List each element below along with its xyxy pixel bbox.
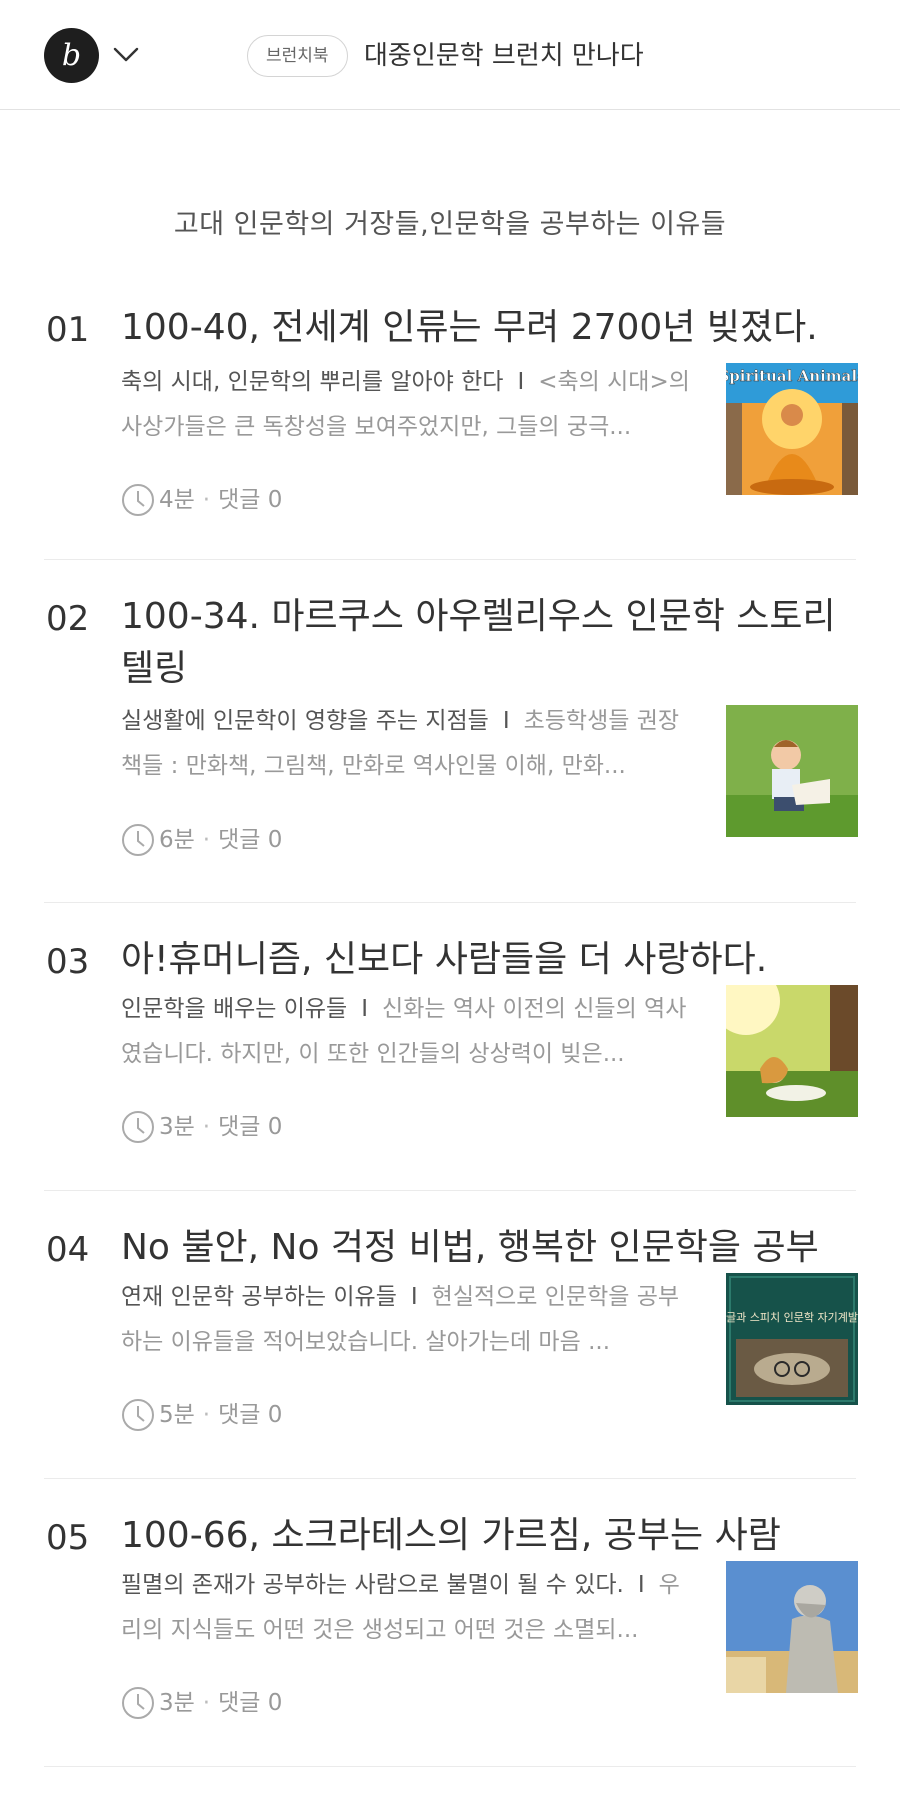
comment-count: 댓글 0 [218,1690,283,1716]
comment-count: 댓글 0 [218,827,283,853]
brunch-logo-button[interactable]: b [44,28,99,83]
article-meta: 6분 · 댓글 0 [121,823,282,857]
meta-dot: · [202,827,211,853]
divider [44,902,856,903]
clock-icon [122,484,154,516]
separator: I [361,996,369,1022]
chevron-down-icon[interactable] [112,44,140,64]
article-thumbnail[interactable] [726,985,858,1117]
top-header: b 브런치북 대중인문학 브런치 만나다 [0,0,900,110]
book-subtitle: 고대 인문학의 거장들,인문학을 공부하는 이유들 [173,209,727,240]
article-number: 01 [46,310,90,350]
magazine-title[interactable]: 대중인문학 브런치 만나다 [364,36,644,76]
article-keyword: 연재 인문학 공부하는 이유들 [121,1284,397,1310]
article-meta: 3분 · 댓글 0 [121,1686,282,1720]
separator: I [502,708,510,734]
comment-count: 댓글 0 [218,1402,283,1428]
meta-dot: · [202,487,211,513]
divider [44,1766,856,1767]
read-time: 3분 [159,1690,195,1716]
article-thumbnail[interactable]: 글과 스피치 인문학 자기계발 [726,1273,858,1405]
read-time: 6분 [159,827,195,853]
article-excerpt: 필멸의 존재가 공부하는 사람으로 불멸이 될 수 있다. I 우리의 지식들도 어… [121,1563,691,1653]
article-meta: 4분 · 댓글 0 [121,483,282,517]
clock-icon [122,824,154,856]
article-keyword: 필멸의 존재가 공부하는 사람으로 불멸이 될 수 있다. [121,1572,624,1598]
article-number: 04 [46,1230,90,1270]
thumbnail-caption: 글과 스피치 인문학 자기계발 [726,1311,858,1324]
brunchbook-badge: 브런치북 [247,35,348,77]
article-item[interactable]: 01 100-40, 전세계 인류는 무려 2700년 빚졌다. 축의 시대, … [0,290,900,560]
divider [44,559,856,560]
clock-icon [122,1111,154,1143]
separator: I [637,1572,645,1598]
article-excerpt: 실생활에 인문학이 영향을 주는 지점들 I 초등학생들 권장 책들 : 만화책, … [121,699,691,789]
read-time: 5분 [159,1402,195,1428]
divider [44,1478,856,1479]
article-number: 03 [46,942,90,982]
article-item[interactable]: 02 100-34. 마르쿠스 아우렐리우스 인문학 스토리텔링 실생활에 인문… [0,579,900,904]
article-keyword: 인문학을 배우는 이유들 [121,996,348,1022]
article-title[interactable]: 100-66, 소크라테스의 가르침, 공부는 사람 [121,1510,861,1562]
read-time: 4분 [159,487,195,513]
article-meta: 5분 · 댓글 0 [121,1398,282,1432]
article-title[interactable]: 100-40, 전세계 인류는 무려 2700년 빚졌다. [121,302,861,354]
article-excerpt: 인문학을 배우는 이유들 I 신화는 역사 이전의 신들의 역사였습니다. 하지만,… [121,987,691,1077]
article-thumbnail[interactable] [726,705,858,837]
clock-icon [122,1687,154,1719]
read-time: 3분 [159,1114,195,1140]
comment-count: 댓글 0 [218,1114,283,1140]
clock-icon [122,1399,154,1431]
article-keyword: 축의 시대, 인문학의 뿌리를 알아야 한다 [121,369,504,395]
article-item[interactable]: 03 아!휴머니즘, 신보다 사람들을 더 사랑하다. 인문학을 배우는 이유들… [0,922,900,1192]
article-number: 02 [46,599,90,639]
article-thumbnail[interactable] [726,1561,858,1693]
divider [44,1190,856,1191]
thumbnail-caption: Spiritual Animals [726,367,858,385]
comment-count: 댓글 0 [218,487,283,513]
article-thumbnail[interactable]: Spiritual Animals [726,363,858,495]
meta-dot: · [202,1690,211,1716]
article-excerpt: 축의 시대, 인문학의 뿌리를 알아야 한다 I <축의 시대>의 사상가들은 큰 … [121,360,691,450]
meta-dot: · [202,1402,211,1428]
article-excerpt: 연재 인문학 공부하는 이유들 I 현실적으로 인문학을 공부하는 이유들을 적어보… [121,1275,691,1365]
article-title[interactable]: 아!휴머니즘, 신보다 사람들을 더 사랑하다. [121,934,861,986]
article-item[interactable]: 05 100-66, 소크라테스의 가르침, 공부는 사람 필멸의 존재가 공부… [0,1498,900,1768]
article-title[interactable]: No 불안, No 걱정 비법, 행복한 인문학을 공부 [121,1222,861,1274]
meta-dot: · [202,1114,211,1140]
article-number: 05 [46,1518,90,1558]
separator: I [410,1284,418,1310]
article-title[interactable]: 100-34. 마르쿠스 아우렐리우스 인문학 스토리텔링 [121,591,861,695]
article-item[interactable]: 04 No 불안, No 걱정 비법, 행복한 인문학을 공부 연재 인문학 공… [0,1210,900,1480]
article-meta: 3분 · 댓글 0 [121,1110,282,1144]
article-keyword: 실생활에 인문학이 영향을 주는 지점들 [121,708,489,734]
separator: I [517,369,525,395]
